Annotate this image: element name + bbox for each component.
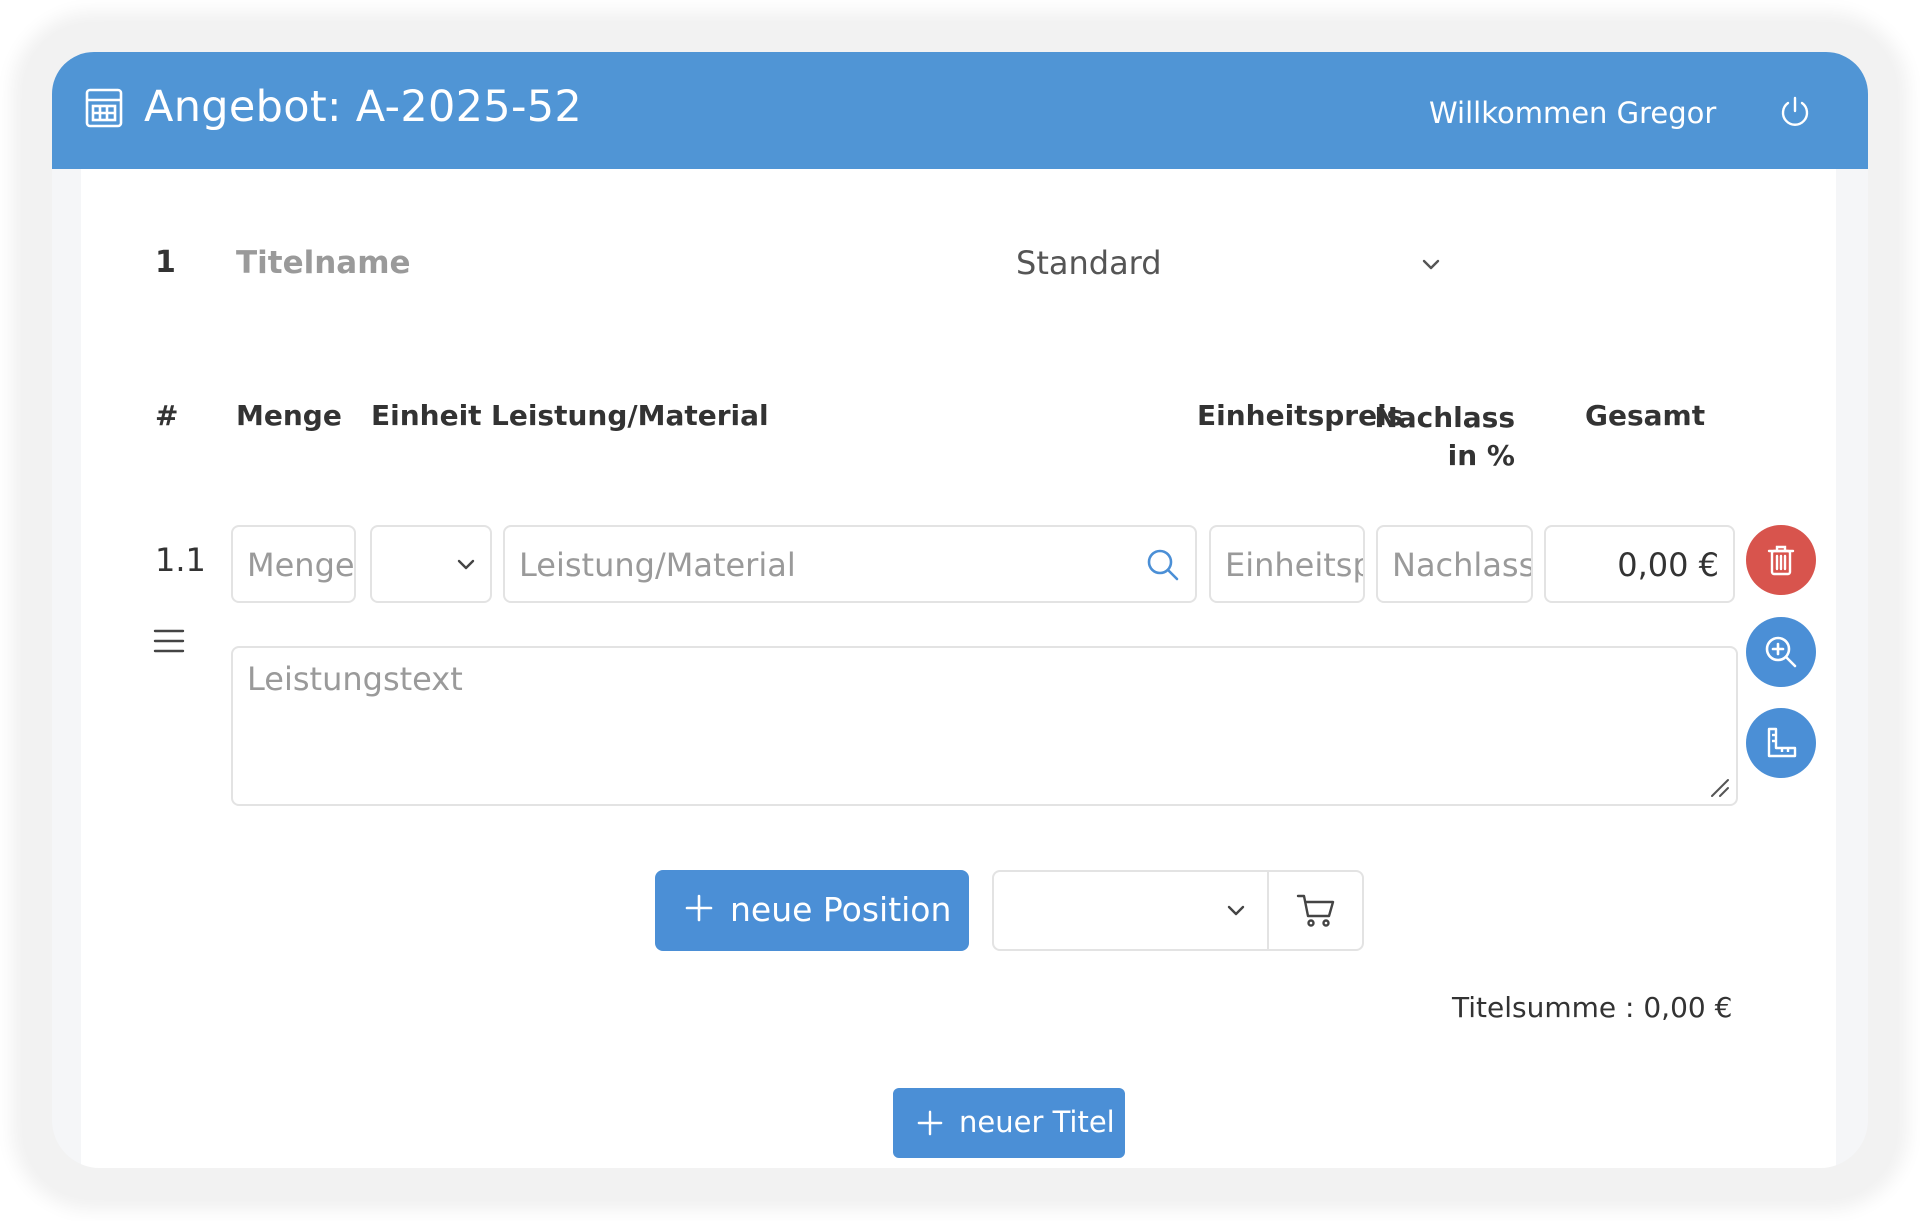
catalog-input-group (992, 870, 1364, 951)
column-header-nachlass: Nachlass in % (1368, 399, 1515, 475)
column-header-nachlass-line2: in % (1447, 439, 1515, 472)
app-window: Angebot: A-2025-52 Willkommen Gregor 1 T… (52, 52, 1868, 1168)
calculator-icon (85, 88, 123, 128)
position-number: 1.1 (155, 541, 206, 579)
drag-handle-icon[interactable] (153, 627, 185, 655)
leistungstext-placeholder: Leistungstext (247, 660, 463, 698)
section-type-select[interactable]: Standard (1016, 244, 1162, 282)
catalog-select[interactable] (994, 872, 1267, 949)
plus-icon (917, 1110, 943, 1136)
section-number: 1 (155, 245, 176, 280)
welcome-text: Willkommen Gregor (1429, 96, 1717, 130)
measurement-button[interactable] (1746, 708, 1816, 778)
chevron-down-icon (1227, 905, 1245, 916)
header-bar: Angebot: A-2025-52 Willkommen Gregor (52, 52, 1868, 169)
page-title: Angebot: A-2025-52 (144, 82, 583, 132)
column-header-gesamt: Gesamt (1585, 399, 1706, 432)
menge-input[interactable]: Menge (231, 525, 356, 603)
shopping-cart-icon (1296, 894, 1335, 927)
zoom-button[interactable] (1746, 617, 1816, 687)
column-header-menge: Menge (236, 399, 342, 432)
section-name-input[interactable]: Titelname (236, 245, 411, 281)
leistung-material-placeholder: Leistung/Material (519, 546, 796, 584)
column-header-nachlass-line1: Nachlass (1374, 401, 1515, 434)
cart-button[interactable] (1269, 872, 1364, 949)
power-icon[interactable] (1778, 95, 1812, 129)
leistung-material-input[interactable]: Leistung/Material (503, 525, 1197, 603)
delete-position-button[interactable] (1746, 525, 1816, 595)
einheit-select[interactable] (370, 525, 492, 603)
plus-icon (685, 894, 713, 922)
main-content: 1 Titelname Standard # Menge Einheit Lei… (81, 169, 1836, 1168)
zoom-in-icon (1765, 636, 1797, 668)
title-sum: Titelsumme : 0,00 € (1452, 991, 1733, 1024)
einheitspreis-input[interactable]: Einheitspreis (1209, 525, 1365, 603)
new-position-button[interactable]: neue Position (655, 870, 969, 951)
gesamt-value: 0,00 € (1544, 525, 1735, 603)
chevron-down-icon (457, 559, 475, 570)
new-title-label: neuer Titel (959, 1105, 1115, 1139)
column-header-hash: # (155, 399, 179, 432)
ruler-icon (1767, 727, 1797, 758)
search-icon[interactable] (1145, 547, 1181, 583)
new-position-label: neue Position (730, 890, 952, 929)
leistungstext-textarea[interactable]: Leistungstext (231, 646, 1738, 806)
column-header-leistung: Leistung/Material (491, 399, 769, 432)
column-header-einheit: Einheit (371, 399, 482, 432)
nachlass-input[interactable]: Nachlass (1376, 525, 1533, 603)
new-title-button[interactable]: neuer Titel (893, 1088, 1125, 1158)
trash-icon (1767, 545, 1795, 576)
resize-grip-icon[interactable] (1708, 776, 1730, 798)
chevron-down-icon[interactable] (1419, 253, 1443, 277)
